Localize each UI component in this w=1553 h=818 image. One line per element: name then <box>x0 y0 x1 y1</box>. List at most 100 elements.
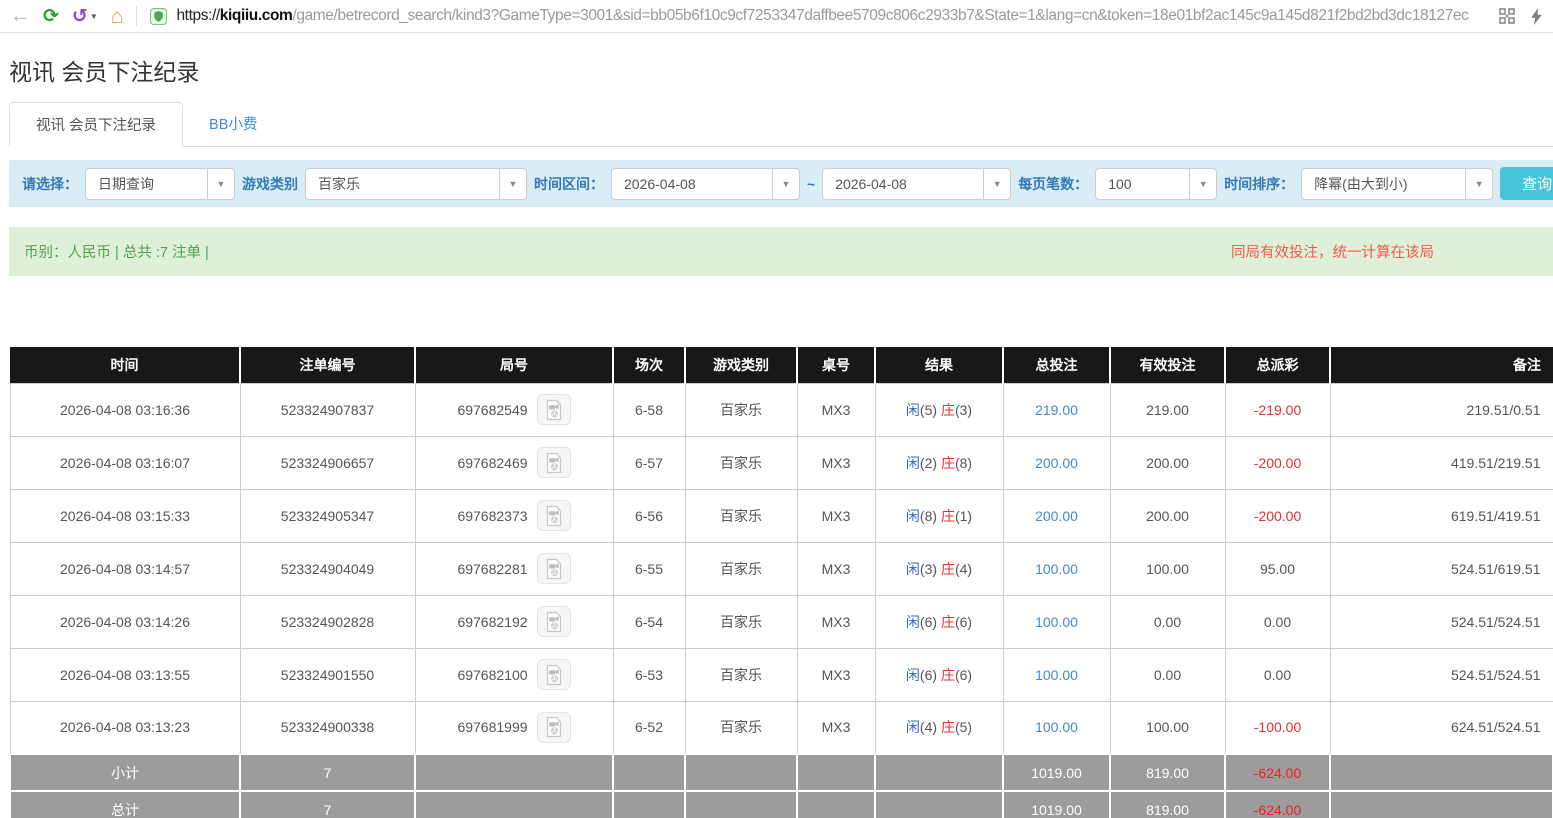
date-to-input[interactable]: 2026-04-08 ▼ <box>822 168 1011 200</box>
sum-cell-result <box>875 754 1003 791</box>
cell-total-bet[interactable]: 100.00 <box>1003 701 1110 754</box>
date-from-input[interactable]: 2026-04-08 ▼ <box>611 168 800 200</box>
url-path: /game/betrecord_search/kind3?GameType=30… <box>292 7 1468 24</box>
cell-payout: -200.00 <box>1225 436 1330 489</box>
date-to-value: 2026-04-08 <box>823 176 983 192</box>
video-replay-button[interactable] <box>537 500 571 531</box>
game-type-select[interactable]: 百家乐 ▼ <box>305 168 527 200</box>
page-size-select[interactable]: 100 ▼ <box>1095 168 1217 200</box>
cell-table: MX3 <box>797 383 875 436</box>
round-number: 697681999 <box>457 719 527 735</box>
video-replay-button[interactable] <box>537 659 571 690</box>
col-header-total-bet: 总投注 <box>1003 347 1110 383</box>
home-icon[interactable]: ⌂ <box>111 6 124 27</box>
col-header-session: 场次 <box>613 347 685 383</box>
sum-cell-valid-bet: 819.00 <box>1110 791 1225 818</box>
video-replay-button[interactable] <box>537 553 571 584</box>
sort-order-select[interactable]: 降幂(由大到小) ▼ <box>1301 168 1493 200</box>
cell-session: 6-55 <box>613 542 685 595</box>
cell-remark: 419.51/219.51 <box>1330 436 1553 489</box>
qr-code-icon[interactable] <box>1499 8 1515 24</box>
table-row: 2026-04-08 03:14:57523324904049697682281… <box>10 542 1553 595</box>
cell-valid-bet: 200.00 <box>1110 436 1225 489</box>
cell-total-bet[interactable]: 100.00 <box>1003 648 1110 701</box>
cell-time: 2026-04-08 03:16:36 <box>10 383 240 436</box>
sum-cell-game-type <box>685 754 797 791</box>
cell-game-type: 百家乐 <box>685 436 797 489</box>
refresh-icon[interactable]: ⟳ <box>43 7 59 26</box>
page-title: 视讯 会员下注纪录 <box>9 53 1553 87</box>
cell-remark: 619.51/419.51 <box>1330 489 1553 542</box>
cell-total-bet[interactable]: 200.00 <box>1003 489 1110 542</box>
cell-remark: 524.51/524.51 <box>1330 648 1553 701</box>
col-header-valid-bet: 有效投注 <box>1110 347 1225 383</box>
cell-time: 2026-04-08 03:13:23 <box>10 701 240 754</box>
cell-session: 6-57 <box>613 436 685 489</box>
video-replay-button[interactable] <box>537 394 571 425</box>
col-header-bet-id: 注单编号 <box>240 347 415 383</box>
url-text: https://kiqiiu.com/game/betrecord_search… <box>176 7 1468 25</box>
search-button[interactable]: 查询 <box>1500 167 1553 200</box>
cell-round: 697682469 <box>415 436 613 489</box>
sum-cell-table <box>797 754 875 791</box>
game-type-value: 百家乐 <box>306 174 499 194</box>
table-row: 2026-04-08 03:14:26523324902828697682192… <box>10 595 1553 648</box>
game-type-label: 游戏类别 <box>242 174 298 194</box>
col-header-time: 时间 <box>10 347 240 383</box>
video-replay-icon <box>544 505 564 527</box>
cell-time: 2026-04-08 03:14:57 <box>10 542 240 595</box>
date-mode-value: 日期查询 <box>86 174 207 194</box>
video-replay-icon <box>544 664 564 686</box>
cell-bet-id: 523324906657 <box>240 436 415 489</box>
cell-round: 697682100 <box>415 648 613 701</box>
table-row: 2026-04-08 03:13:55523324901550697682100… <box>10 648 1553 701</box>
video-replay-button[interactable] <box>537 447 571 478</box>
filter-bar: 请选择： 日期查询 ▼ 游戏类别 百家乐 ▼ 时间区间： 2026-04-08 … <box>9 160 1553 207</box>
lightning-icon[interactable] <box>1530 8 1543 25</box>
cell-session: 6-56 <box>613 489 685 542</box>
tab-bb-tip[interactable]: BB小费 <box>183 102 283 146</box>
chevron-down-icon: ▼ <box>499 169 526 199</box>
cell-total-bet[interactable]: 219.00 <box>1003 383 1110 436</box>
date-mode-select[interactable]: 日期查询 ▼ <box>85 168 235 200</box>
toolbar-divider <box>136 6 137 26</box>
tab-betting-records[interactable]: 视讯 会员下注纪录 <box>9 102 183 147</box>
sum-cell-total-bet: 1019.00 <box>1003 754 1110 791</box>
cell-total-bet[interactable]: 100.00 <box>1003 595 1110 648</box>
cell-bet-id: 523324902828 <box>240 595 415 648</box>
cell-game-type: 百家乐 <box>685 383 797 436</box>
round-number: 697682100 <box>457 667 527 683</box>
cell-total-bet[interactable]: 200.00 <box>1003 436 1110 489</box>
undo-button[interactable]: ↺ ▼ <box>72 7 98 26</box>
cell-round: 697682281 <box>415 542 613 595</box>
table-header-row: 时间注单编号局号场次游戏类别桌号结果总投注有效投注总派彩备注 <box>10 347 1553 383</box>
col-header-table: 桌号 <box>797 347 875 383</box>
sum-cell-bet-id: 7 <box>240 791 415 818</box>
cell-game-type: 百家乐 <box>685 595 797 648</box>
sum-cell-time: 小计 <box>10 754 240 791</box>
sum-cell-bet-id: 7 <box>240 754 415 791</box>
cell-time: 2026-04-08 03:16:07 <box>10 436 240 489</box>
cell-round: 697682549 <box>415 383 613 436</box>
cell-table: MX3 <box>797 542 875 595</box>
cell-remark: 624.51/524.51 <box>1330 701 1553 754</box>
table-row: 2026-04-08 03:16:36523324907837697682549… <box>10 383 1553 436</box>
video-replay-icon <box>544 611 564 633</box>
video-replay-button[interactable] <box>537 712 571 743</box>
time-range-label: 时间区间： <box>534 174 604 194</box>
cell-bet-id: 523324901550 <box>240 648 415 701</box>
cell-remark: 524.51/524.51 <box>1330 595 1553 648</box>
sum-cell-remark <box>1330 791 1553 818</box>
cell-total-bet[interactable]: 100.00 <box>1003 542 1110 595</box>
cell-result: 闲(6) 庄(6) <box>875 595 1003 648</box>
address-bar[interactable]: https://kiqiiu.com/game/betrecord_search… <box>150 7 1486 25</box>
page-size-value: 100 <box>1096 176 1189 192</box>
video-replay-button[interactable] <box>537 606 571 637</box>
video-replay-icon <box>544 558 564 580</box>
cell-game-type: 百家乐 <box>685 648 797 701</box>
cell-table: MX3 <box>797 595 875 648</box>
sum-cell-round <box>415 791 613 818</box>
back-icon[interactable]: ← <box>10 6 30 26</box>
table-row: 2026-04-08 03:15:33523324905347697682373… <box>10 489 1553 542</box>
currency-summary-text: 币别：人民币 | 总共 :7 注单 | <box>24 241 209 262</box>
